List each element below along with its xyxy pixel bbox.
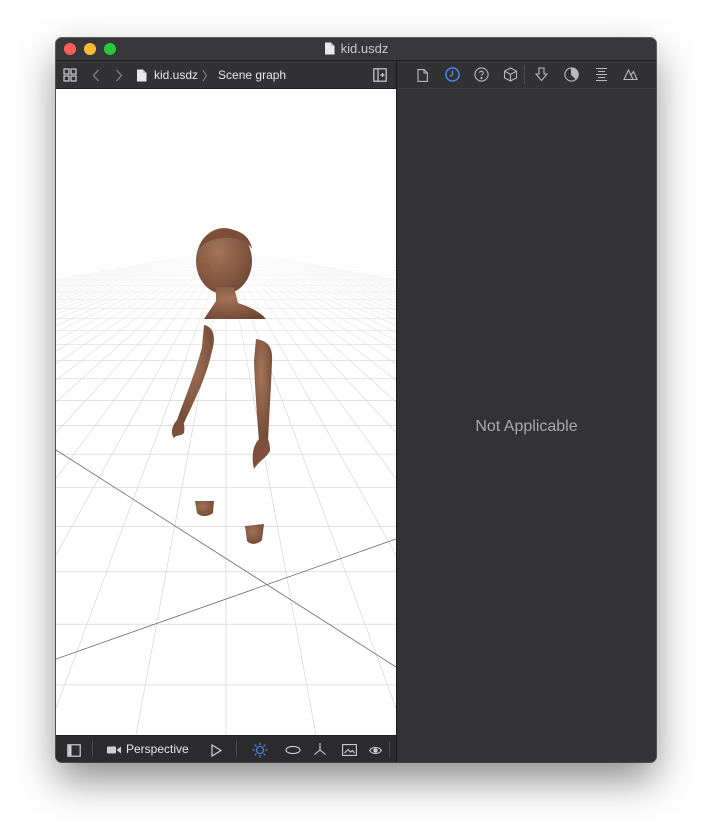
axes-icon[interactable] xyxy=(312,741,328,757)
file-inspector-icon[interactable] xyxy=(414,67,430,83)
sidebar-toggle-icon[interactable] xyxy=(66,742,82,758)
material-inspector-icon[interactable] xyxy=(563,66,579,82)
camera-selector[interactable]: Perspective xyxy=(126,742,189,756)
breadcrumb-separator: 〉 xyxy=(202,68,215,83)
help-inspector-icon[interactable] xyxy=(473,66,489,82)
window-title: kid.usdz xyxy=(340,41,389,56)
breadcrumb-file[interactable]: kid.usdz xyxy=(154,68,198,82)
app-window: kid.usdz kid.usdz 〉 Scene graph Perspect… xyxy=(56,38,656,762)
editor-toolbar: kid.usdz 〉 Scene graph xyxy=(56,61,396,89)
forward-chevron-icon[interactable] xyxy=(112,67,126,83)
history-inspector-icon[interactable] xyxy=(444,66,460,82)
window-title-group: kid.usdz xyxy=(56,41,656,57)
inspector-tab-bar xyxy=(397,61,656,89)
frame-icon[interactable] xyxy=(341,742,357,758)
tab-divider xyxy=(524,65,525,84)
toolbar-divider xyxy=(92,741,93,757)
toolbar-divider xyxy=(389,741,390,757)
breadcrumb: kid.usdz 〉 Scene graph xyxy=(136,67,286,83)
scene-canvas[interactable] xyxy=(56,89,396,735)
lighting-icon[interactable] xyxy=(251,741,269,759)
breadcrumb-section[interactable]: Scene graph xyxy=(218,68,286,82)
scene-inspector-icon[interactable] xyxy=(622,66,638,82)
play-icon[interactable] xyxy=(208,742,224,758)
add-panel-icon[interactable] xyxy=(372,67,388,83)
title-bar: kid.usdz xyxy=(56,38,656,61)
node-inspector-icon[interactable] xyxy=(502,66,518,82)
visibility-icon[interactable] xyxy=(367,742,383,758)
scene-viewport[interactable] xyxy=(56,89,396,735)
document-icon xyxy=(324,42,335,55)
document-icon xyxy=(137,69,147,81)
toolbar-divider xyxy=(236,741,237,757)
viewport-toolbar: Perspective xyxy=(56,735,396,762)
grid-icon[interactable] xyxy=(62,67,78,83)
back-chevron-icon[interactable] xyxy=(89,67,103,83)
physics-inspector-icon[interactable] xyxy=(593,66,609,82)
attributes-inspector-icon[interactable] xyxy=(533,66,549,82)
orbit-icon[interactable] xyxy=(284,742,302,758)
camera-icon[interactable] xyxy=(106,742,122,758)
empty-state-message: Not Applicable xyxy=(475,418,578,435)
inspector-panel: Not Applicable xyxy=(397,89,656,762)
